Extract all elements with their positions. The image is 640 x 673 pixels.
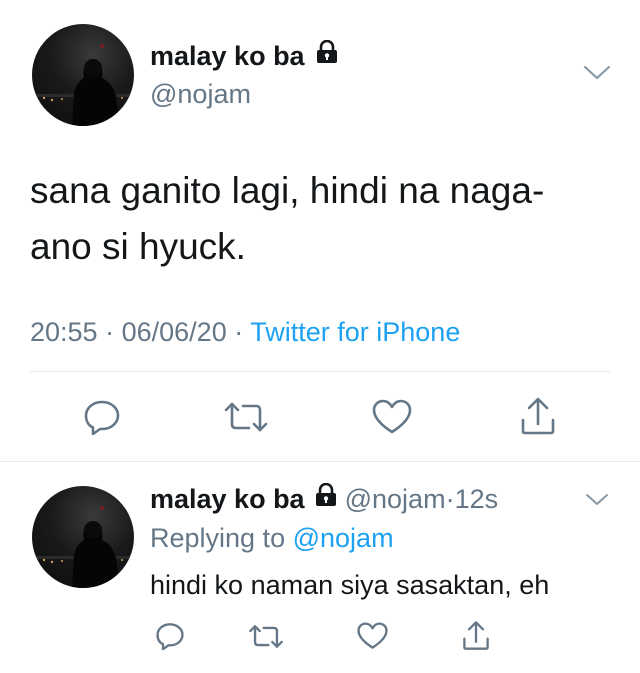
separator: · <box>105 317 115 347</box>
share-button[interactable] <box>514 391 562 441</box>
retweet-button[interactable] <box>244 618 288 654</box>
reply-button[interactable] <box>78 393 126 441</box>
retweet-button[interactable] <box>216 393 276 441</box>
display-name[interactable]: malay ko ba <box>150 41 305 71</box>
reply-text: hindi ko naman siya sasaktan, eh <box>150 570 550 600</box>
replying-to: Replying to @nojam <box>150 521 394 555</box>
tweet-date: 06/06/20 <box>121 317 227 347</box>
replying-to-label: Replying to <box>150 523 286 553</box>
avatar[interactable] <box>32 486 134 588</box>
replying-to-handle-link[interactable]: @nojam <box>293 523 394 553</box>
tweet-source-link[interactable]: Twitter for iPhone <box>250 317 460 347</box>
separator: · <box>234 317 244 347</box>
share-button[interactable] <box>458 616 494 654</box>
chevron-down-icon[interactable] <box>584 492 610 513</box>
divider <box>30 371 610 372</box>
lock-icon <box>316 39 338 71</box>
tweet-meta: 20:55 · 06/06/20 · Twitter for iPhone <box>30 314 460 350</box>
avatar[interactable] <box>32 24 134 126</box>
heart-icon <box>356 622 388 649</box>
like-button[interactable] <box>354 618 390 654</box>
chevron-down-icon[interactable] <box>582 64 612 87</box>
lock-icon <box>315 481 337 515</box>
retweet-icon <box>224 402 268 432</box>
share-icon <box>463 620 489 650</box>
reply-icon <box>156 623 184 650</box>
tweet-age: 12s <box>454 484 499 514</box>
tweet-text-line: sana ganito lagi, hindi na naga- <box>30 170 545 211</box>
tweet-text-line: ano si hyuck. <box>30 226 246 267</box>
reply-button[interactable] <box>152 618 188 654</box>
reply-icon <box>84 400 120 435</box>
tweet-time: 20:55 <box>30 317 98 347</box>
heart-icon <box>372 399 412 434</box>
user-handle[interactable]: @nojam <box>345 484 446 514</box>
display-name[interactable]: malay ko ba <box>150 484 305 514</box>
like-button[interactable] <box>368 393 416 441</box>
user-handle[interactable]: @nojam <box>150 78 251 110</box>
separator: · <box>445 484 455 514</box>
share-icon <box>521 397 555 435</box>
section-divider <box>0 461 640 462</box>
retweet-icon <box>249 624 283 648</box>
tweet-text: sana ganito lagi, hindi na naga- ano si … <box>30 163 544 275</box>
